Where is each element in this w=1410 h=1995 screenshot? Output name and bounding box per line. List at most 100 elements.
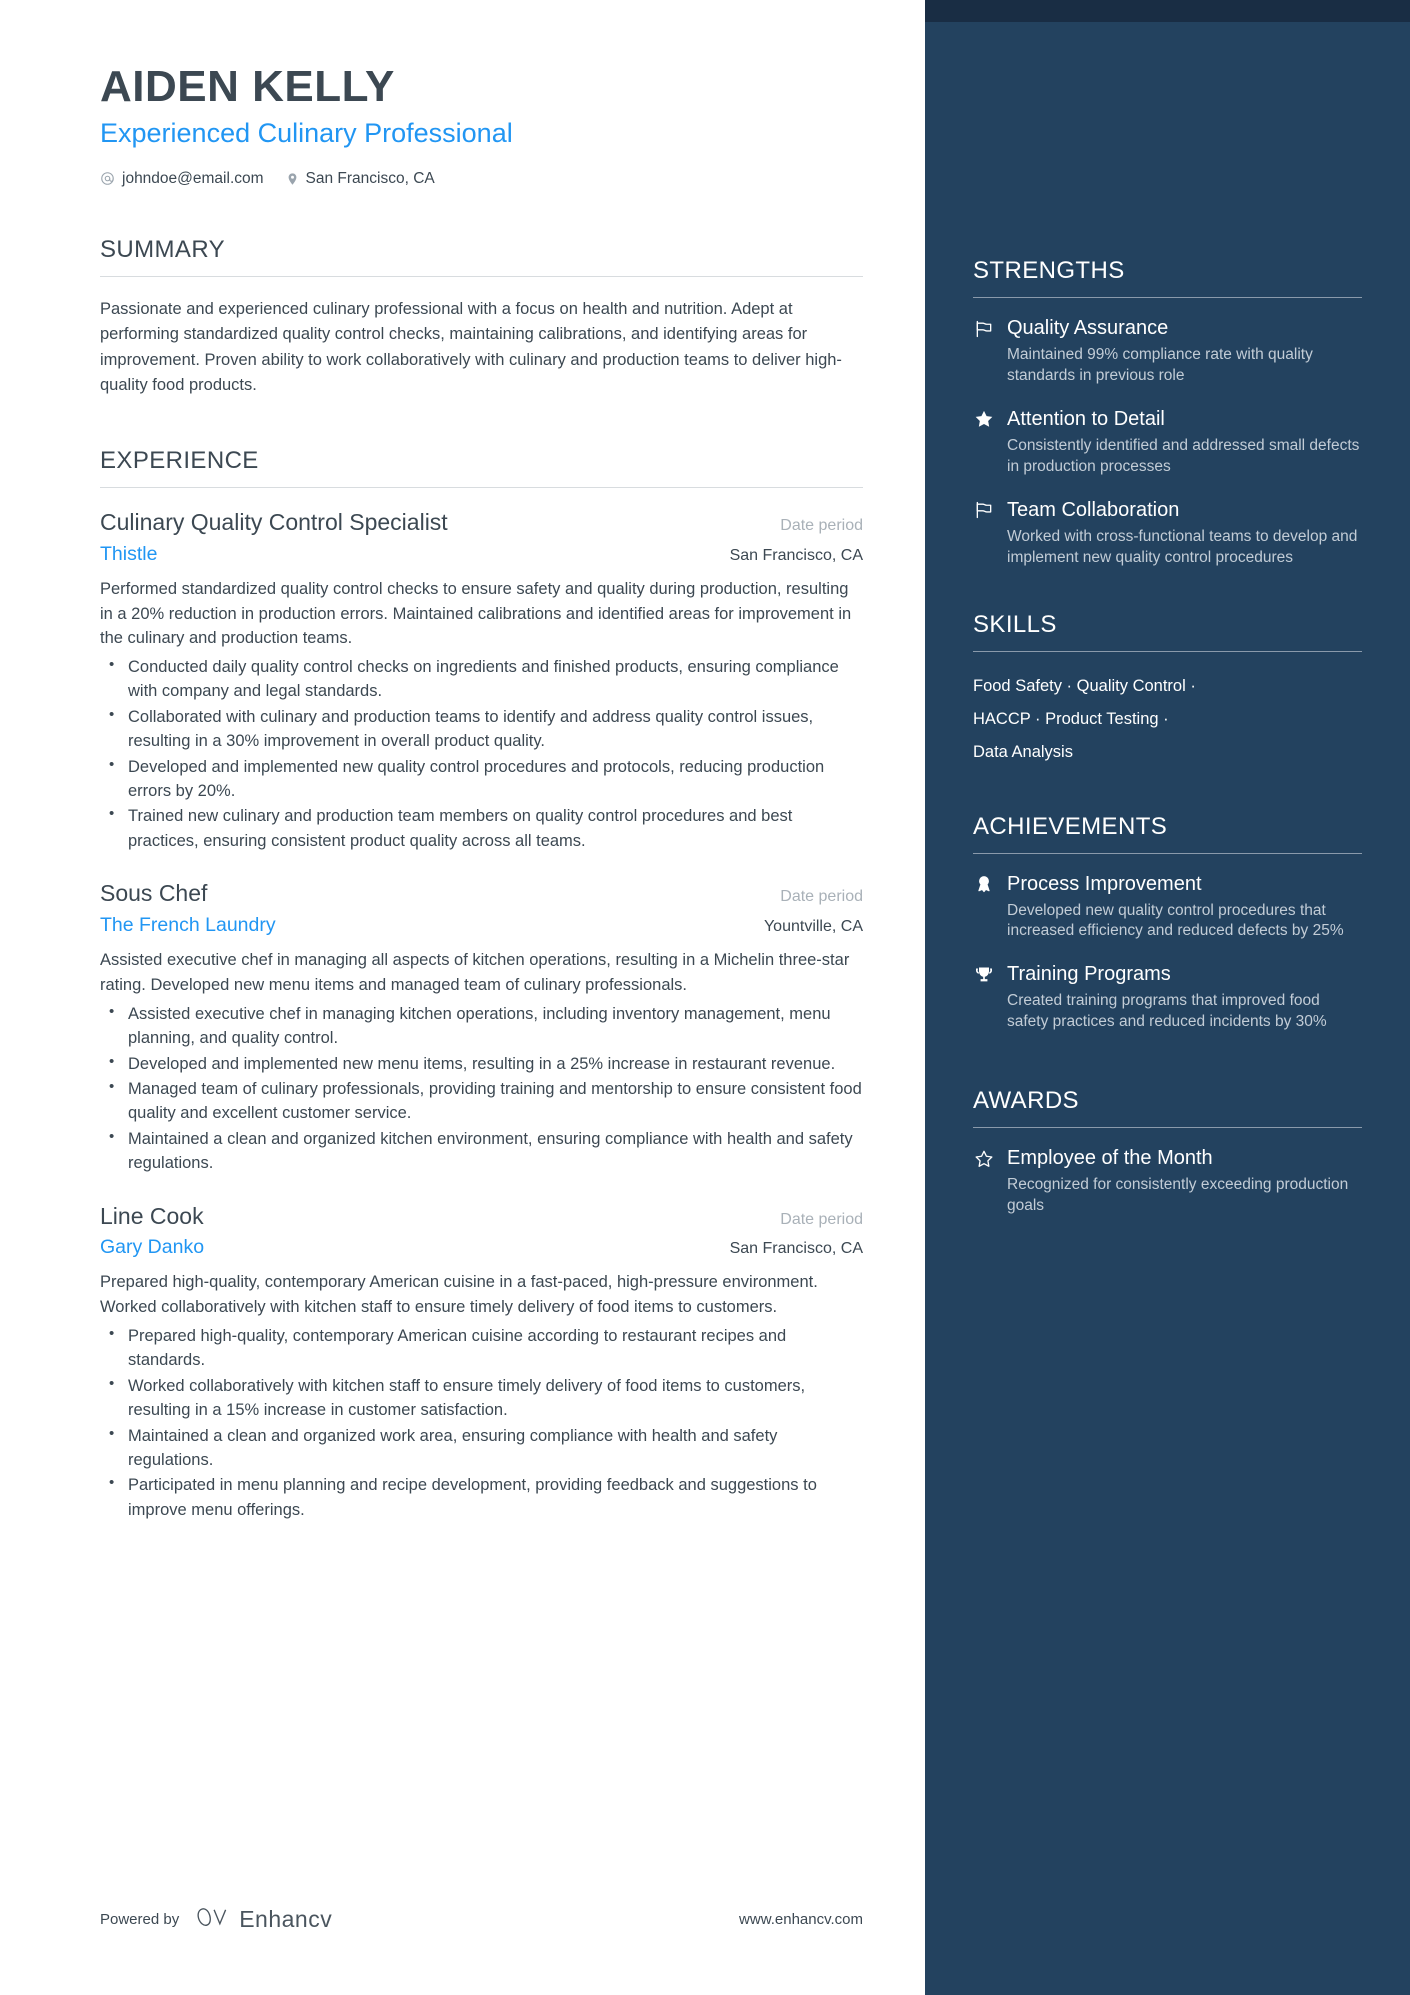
footer-powered-by: Powered by [100,1911,180,1928]
achievements-item: Training Programs Created training progr… [973,962,1362,1033]
experience-company[interactable]: The French Laundry [100,914,276,937]
sidebar: STRENGTHS Quality Assurance Maintained 9… [925,0,1410,1995]
strengths-item-header: Attention to Detail [973,407,1362,432]
achievements-item-header: Training Programs [973,962,1362,987]
summary-text: Passionate and experienced culinary prof… [100,299,842,395]
contact-email-text: johndoe@email.com [122,169,264,187]
achievements-item-desc: Developed new quality control procedures… [1007,901,1344,940]
experience-role: Line Cook [100,1202,204,1229]
achievements-item: Process Improvement Developed new qualit… [973,872,1362,943]
experience-description: Performed standardized quality control c… [100,579,852,648]
contact-email[interactable]: johndoe@email.com [100,170,264,188]
star-outline-icon [973,1148,995,1170]
skills-list: Food Safety · Quality Control · HACCP · … [973,670,1362,769]
experience-heading: EXPERIENCE [100,446,259,474]
strengths-item: Attention to Detail Consistently identif… [973,407,1362,478]
achievements-section: ACHIEVEMENTS Process Improvement Develop… [973,813,1362,1034]
achievements-heading: ACHIEVEMENTS [973,812,1168,840]
experience-company[interactable]: Gary Danko [100,1236,204,1259]
experience-item: Sous Chef Date period The French Laundry… [100,879,863,1175]
experience-item-subheader: Thistle San Francisco, CA [100,543,863,566]
enhancv-logo-icon [195,1906,229,1933]
experience-description: Prepared high-quality, contemporary Amer… [100,1273,818,1317]
awards-item: Employee of the Month Recognized for con… [973,1146,1362,1217]
experience-item-header: Sous Chef Date period [100,879,863,909]
contact-location: San Francisco, CA [286,170,435,188]
experience-dates: Date period [780,888,863,906]
experience-item-header: Line Cook Date period [100,1202,863,1232]
experience-item-subheader: The French Laundry Yountville, CA [100,914,863,937]
experience-company[interactable]: Thistle [100,543,157,566]
main-column: AIDEN KELLY Experienced Culinary Profess… [0,0,925,1995]
experience-item: Culinary Quality Control Specialist Date… [100,508,863,853]
summary-section: SUMMARY Passionate and experienced culin… [100,236,863,399]
award-medal-icon [973,873,995,895]
strengths-item-header: Quality Assurance [973,316,1362,341]
skills-divider [973,650,1362,652]
footer-url[interactable]: www.enhancv.com [739,1911,863,1928]
strengths-item-title: Attention to Detail [1007,407,1165,430]
experience-item-subheader: Gary Danko San Francisco, CA [100,1236,863,1259]
resume-page: AIDEN KELLY Experienced Culinary Profess… [0,0,1410,1995]
at-icon [100,171,115,186]
experience-location: San Francisco, CA [729,546,863,564]
list-item: Maintained a clean and organized kitchen… [100,1126,863,1176]
list-item: Collaborated with culinary and productio… [100,704,863,754]
enhancv-brand: Enhancv [195,1906,332,1933]
footer: Powered by Enhancv www.enhancv.com [100,1906,863,1933]
contact-row: johndoe@email.com San Francisco, CA [100,170,863,188]
skills-line: Food Safety · Quality Control · [973,676,1196,695]
awards-divider [973,1127,1362,1129]
experience-bullets: Prepared high-quality, contemporary Amer… [100,1323,863,1522]
list-item: Developed and implemented new quality co… [100,754,863,804]
trophy-icon [973,964,995,986]
strengths-item: Quality Assurance Maintained 99% complia… [973,316,1362,387]
experience-dates: Date period [780,1210,863,1228]
strengths-item-title: Quality Assurance [1007,317,1169,339]
page-title: AIDEN KELLY [100,62,395,111]
skills-line: Data Analysis [973,742,1073,761]
strengths-item-desc: Consistently identified and addressed sm… [1007,436,1360,475]
list-item: Maintained a clean and organized work ar… [100,1423,863,1473]
awards-item-header: Employee of the Month [973,1146,1362,1171]
awards-item-desc: Recognized for consistently exceeding pr… [1007,1176,1349,1215]
header-job-title: Experienced Culinary Professional [100,118,513,149]
list-item: Conducted daily quality control checks o… [100,654,863,704]
achievements-divider [973,852,1362,854]
experience-location: Yountville, CA [763,918,863,936]
strengths-item: Team Collaboration Worked with cross-fun… [973,498,1362,569]
awards-heading: AWARDS [973,1087,1079,1115]
experience-divider [100,486,863,488]
achievements-item-desc: Created training programs that improved … [1007,992,1327,1031]
summary-divider [100,275,863,277]
achievements-item-title: Training Programs [1007,963,1171,986]
summary-heading: SUMMARY [100,235,226,263]
experience-item: Line Cook Date period Gary Danko San Fra… [100,1202,863,1523]
star-filled-icon [973,408,995,430]
experience-description: Assisted executive chef in managing all … [100,951,850,994]
experience-item-header: Culinary Quality Control Specialist Date… [100,508,863,538]
list-item: Participated in menu planning and recipe… [100,1472,863,1522]
strengths-section: STRENGTHS Quality Assurance Maintained 9… [973,257,1362,569]
enhancv-brand-name: Enhancv [239,1906,333,1932]
skills-heading: SKILLS [973,610,1057,638]
skills-line: HACCP · Product Testing · [973,709,1169,728]
list-item: Trained new culinary and production team… [100,803,863,853]
strengths-item-desc: Maintained 99% compliance rate with qual… [1007,346,1313,384]
awards-section: AWARDS Employee of the Month Recognized … [973,1087,1362,1217]
list-item: Assisted executive chef in managing kitc… [100,1001,863,1051]
list-item: Managed team of culinary professionals, … [100,1076,863,1126]
list-item: Developed and implemented new menu items… [100,1050,863,1076]
experience-bullets: Conducted daily quality control checks o… [100,654,863,853]
awards-item-title: Employee of the Month [1007,1147,1213,1170]
map-pin-icon [286,171,299,187]
strengths-item-header: Team Collaboration [973,498,1362,523]
strengths-item-desc: Worked with cross-functional teams to de… [1007,527,1358,566]
strengths-item-title: Team Collaboration [1007,498,1180,521]
experience-location: San Francisco, CA [729,1240,863,1258]
achievements-item-header: Process Improvement [973,872,1362,897]
list-item: Prepared high-quality, contemporary Amer… [100,1323,863,1373]
experience-section: EXPERIENCE Culinary Quality Control Spec… [100,447,863,1522]
